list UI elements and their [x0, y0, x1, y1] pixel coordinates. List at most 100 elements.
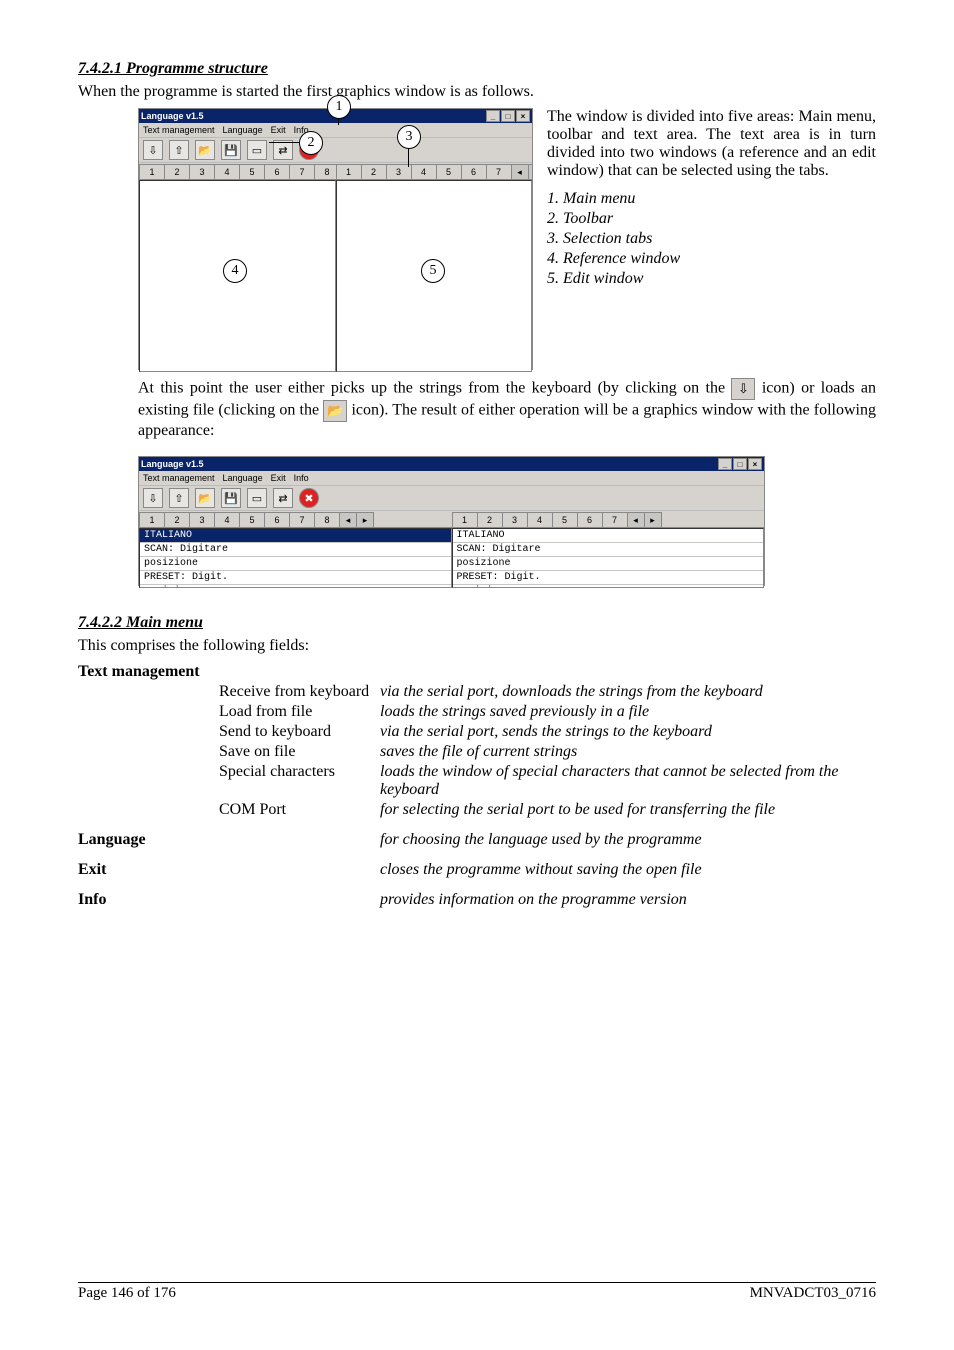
tab2-right-2[interactable]: 2: [477, 512, 503, 527]
table-row: Save on filesaves the file of current st…: [78, 742, 876, 762]
tab2-right-1[interactable]: 1: [452, 512, 478, 527]
save-icon[interactable]: 💾: [221, 140, 241, 160]
menu-exit[interactable]: Exit: [271, 125, 286, 135]
tab2-left-6[interactable]: 6: [264, 512, 290, 527]
tab2-left-4[interactable]: 4: [214, 512, 240, 527]
pane-row: PRESET: Digit.: [140, 571, 451, 585]
menu-desc: for choosing the language used by the pr…: [380, 830, 876, 850]
legend-item-1: 1. Main menu: [547, 190, 876, 208]
footer-left: Page 146 of 176: [78, 1285, 176, 1302]
menu-name: Language: [78, 830, 219, 850]
maximize-button[interactable]: □: [501, 110, 515, 122]
pane-row: posizione: [140, 557, 451, 571]
section-heading-1: 7.4.2.1 Programme structure: [78, 60, 876, 78]
download-icon[interactable]: ⇩: [143, 140, 163, 160]
keyboard-icon-2[interactable]: ▭: [247, 488, 267, 508]
menu-sub: Receive from keyboard: [219, 682, 380, 702]
tab-left-8[interactable]: 8: [314, 164, 336, 179]
tab-left-5[interactable]: 5: [239, 164, 265, 179]
tab-right-scroll-r[interactable]: ▸: [528, 164, 533, 179]
menu-sub: Save on file: [219, 742, 380, 762]
menu-info-2[interactable]: Info: [294, 473, 309, 483]
tab-left-2[interactable]: 2: [164, 164, 190, 179]
tab-right-2[interactable]: 2: [361, 164, 387, 179]
tab2-left-2[interactable]: 2: [164, 512, 190, 527]
menu-desc: provides information on the programme ve…: [380, 890, 876, 910]
tab2-left-5[interactable]: 5: [239, 512, 265, 527]
legend-item-2: 2. Toolbar: [547, 210, 876, 228]
tab-right-6[interactable]: 6: [461, 164, 487, 179]
menu-text-mgmt[interactable]: Text management: [143, 125, 215, 135]
tab2-left-scroll-l[interactable]: ◂: [339, 512, 357, 527]
open-icon: 📂: [323, 400, 347, 422]
tab-right-5[interactable]: 5: [436, 164, 462, 179]
close-button[interactable]: ×: [516, 110, 530, 122]
tab-left-7[interactable]: 7: [289, 164, 315, 179]
tab2-right-3[interactable]: 3: [502, 512, 528, 527]
tabs-row: 1 2 3 4 5 6 7 8 ◂ ▸ 1 2 3 4 5 6: [139, 163, 532, 180]
reference-pane-2: ITALIANO SCAN: Digitare posizione PRESET…: [139, 528, 452, 588]
tab-right-4[interactable]: 4: [411, 164, 437, 179]
app-title: Language v1.5: [141, 111, 204, 121]
pane-row: SCAN: Digitare: [140, 543, 451, 557]
callout-1: 1: [327, 95, 351, 119]
tab2-right-scroll-r[interactable]: ▸: [644, 512, 662, 527]
menu-exit-2[interactable]: Exit: [271, 473, 286, 483]
tab-left-6[interactable]: 6: [264, 164, 290, 179]
tab2-left-scroll-r[interactable]: ▸: [356, 512, 374, 527]
table-row: Language for choosing the language used b…: [78, 830, 876, 850]
table-row: Send to keyboardvia the serial port, sen…: [78, 722, 876, 742]
section1-intro: When the programme is started the first …: [78, 82, 876, 102]
download-icon: ⇩: [731, 378, 755, 400]
callout-5: 5: [421, 259, 445, 283]
edit-pane-2: ITALIANO SCAN: Digitare posizione PRESET…: [452, 528, 765, 588]
minimize-button[interactable]: _: [486, 110, 500, 122]
minimize-button-2[interactable]: _: [718, 458, 732, 470]
callout-4: 4: [223, 259, 247, 283]
menu-name: Exit: [78, 860, 219, 880]
menu-desc: closes the programme without saving the …: [380, 860, 876, 880]
tab2-right-5[interactable]: 5: [552, 512, 578, 527]
menu-language[interactable]: Language: [223, 125, 263, 135]
menu-name: Info: [78, 890, 219, 910]
keyboard-icon[interactable]: ▭: [247, 140, 267, 160]
stop-icon-2[interactable]: ✖: [299, 488, 319, 508]
tab2-right-4[interactable]: 4: [527, 512, 553, 527]
tab2-left-8[interactable]: 8: [314, 512, 340, 527]
tab2-right-scroll-l[interactable]: ◂: [627, 512, 645, 527]
table-row: Info provides information on the programm…: [78, 890, 876, 910]
tab2-left-3[interactable]: 3: [189, 512, 215, 527]
maximize-button-2[interactable]: □: [733, 458, 747, 470]
open-icon-2[interactable]: 📂: [195, 488, 215, 508]
tab-right-7[interactable]: 7: [486, 164, 512, 179]
save-icon-2[interactable]: 💾: [221, 488, 241, 508]
tab2-left-7[interactable]: 7: [289, 512, 315, 527]
close-button-2[interactable]: ×: [748, 458, 762, 470]
tab2-right-6[interactable]: 6: [577, 512, 603, 527]
table-row: COM Portfor selecting the serial port to…: [78, 800, 876, 820]
open-icon[interactable]: 📂: [195, 140, 215, 160]
download-icon-2[interactable]: ⇩: [143, 488, 163, 508]
tab-left-1[interactable]: 1: [139, 164, 165, 179]
upload-icon[interactable]: ⇧: [169, 140, 189, 160]
tab-right-1[interactable]: 1: [336, 164, 362, 179]
table-row: Text management: [78, 662, 876, 682]
tab-left-4[interactable]: 4: [214, 164, 240, 179]
callout-3: 3: [397, 125, 421, 149]
transfer-icon[interactable]: ⇄: [273, 140, 293, 160]
menu-desc: via the serial port, downloads the strin…: [380, 682, 876, 702]
screenshot-2: Language v1.5 _ □ × Text management Lang…: [138, 456, 765, 586]
upload-icon-2[interactable]: ⇧: [169, 488, 189, 508]
menu-language-2[interactable]: Language: [223, 473, 263, 483]
page-footer: Page 146 of 176 MNVADCT03_0716: [78, 1282, 876, 1302]
transfer-icon-2[interactable]: ⇄: [273, 488, 293, 508]
after-shot-text: At this point the user either picks up t…: [138, 378, 876, 440]
menu-text-mgmt-2[interactable]: Text management: [143, 473, 215, 483]
menu-sub: Load from file: [219, 702, 380, 722]
tab2-right-7[interactable]: 7: [602, 512, 628, 527]
tab-right-scroll-l[interactable]: ◂: [511, 164, 529, 179]
tab-left-3[interactable]: 3: [189, 164, 215, 179]
tab2-left-1[interactable]: 1: [139, 512, 165, 527]
table-row: Special charactersloads the window of sp…: [78, 762, 876, 800]
app-titlebar-2: Language v1.5 _ □ ×: [139, 457, 764, 471]
